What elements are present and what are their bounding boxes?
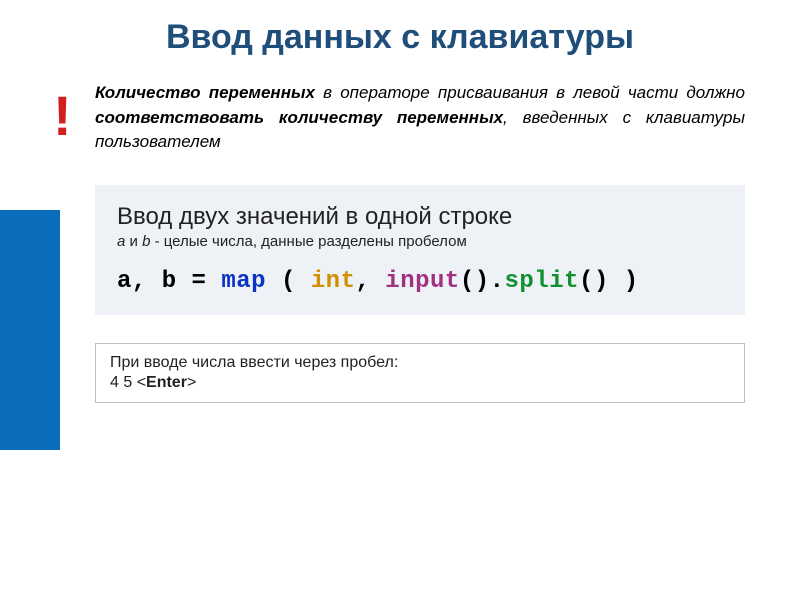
footer-line-1: При вводе числа ввести через пробел: (110, 354, 730, 372)
code-tail: () ) (579, 268, 639, 295)
sub-d: - целые числа, данные разделены пробелом (150, 233, 466, 250)
footer-line-2: 4 5 <Enter> (110, 374, 730, 392)
code-line: a, b = map ( int, input().split() ) (117, 268, 723, 295)
code-split: split (505, 268, 580, 295)
footer-enter: Enter (146, 374, 187, 391)
code-mid1: ( (266, 268, 311, 295)
code-par: (). (460, 268, 505, 295)
sub-b: и (125, 233, 142, 250)
code-int: int (311, 268, 356, 295)
code-mid2: , (355, 268, 385, 295)
code-pre: a, b = (117, 268, 221, 295)
rule-strong-1: Количество переменных (95, 83, 315, 102)
example-heading: Ввод двух значений в одной строке (117, 203, 723, 231)
rule-t1: в операторе присваивания в левой части д… (315, 83, 745, 102)
code-map: map (221, 268, 266, 295)
footer-2a: 4 5 < (110, 374, 146, 391)
rule-text: ! Количество переменных в операторе прис… (95, 81, 745, 155)
page-title: Ввод данных с клавиатуры (0, 0, 800, 81)
code-input: input (385, 268, 460, 295)
footer-box: При вводе числа ввести через пробел: 4 5… (95, 343, 745, 403)
example-box: Ввод двух значений в одной строке a и b … (95, 185, 745, 315)
accent-stripe (0, 210, 60, 450)
rule-strong-2: соответствовать количеству переменных (95, 108, 503, 127)
example-subtext: a и b - целые числа, данные разделены пр… (117, 233, 723, 250)
exclamation-icon: ! (53, 75, 72, 156)
footer-2c: > (187, 374, 196, 391)
